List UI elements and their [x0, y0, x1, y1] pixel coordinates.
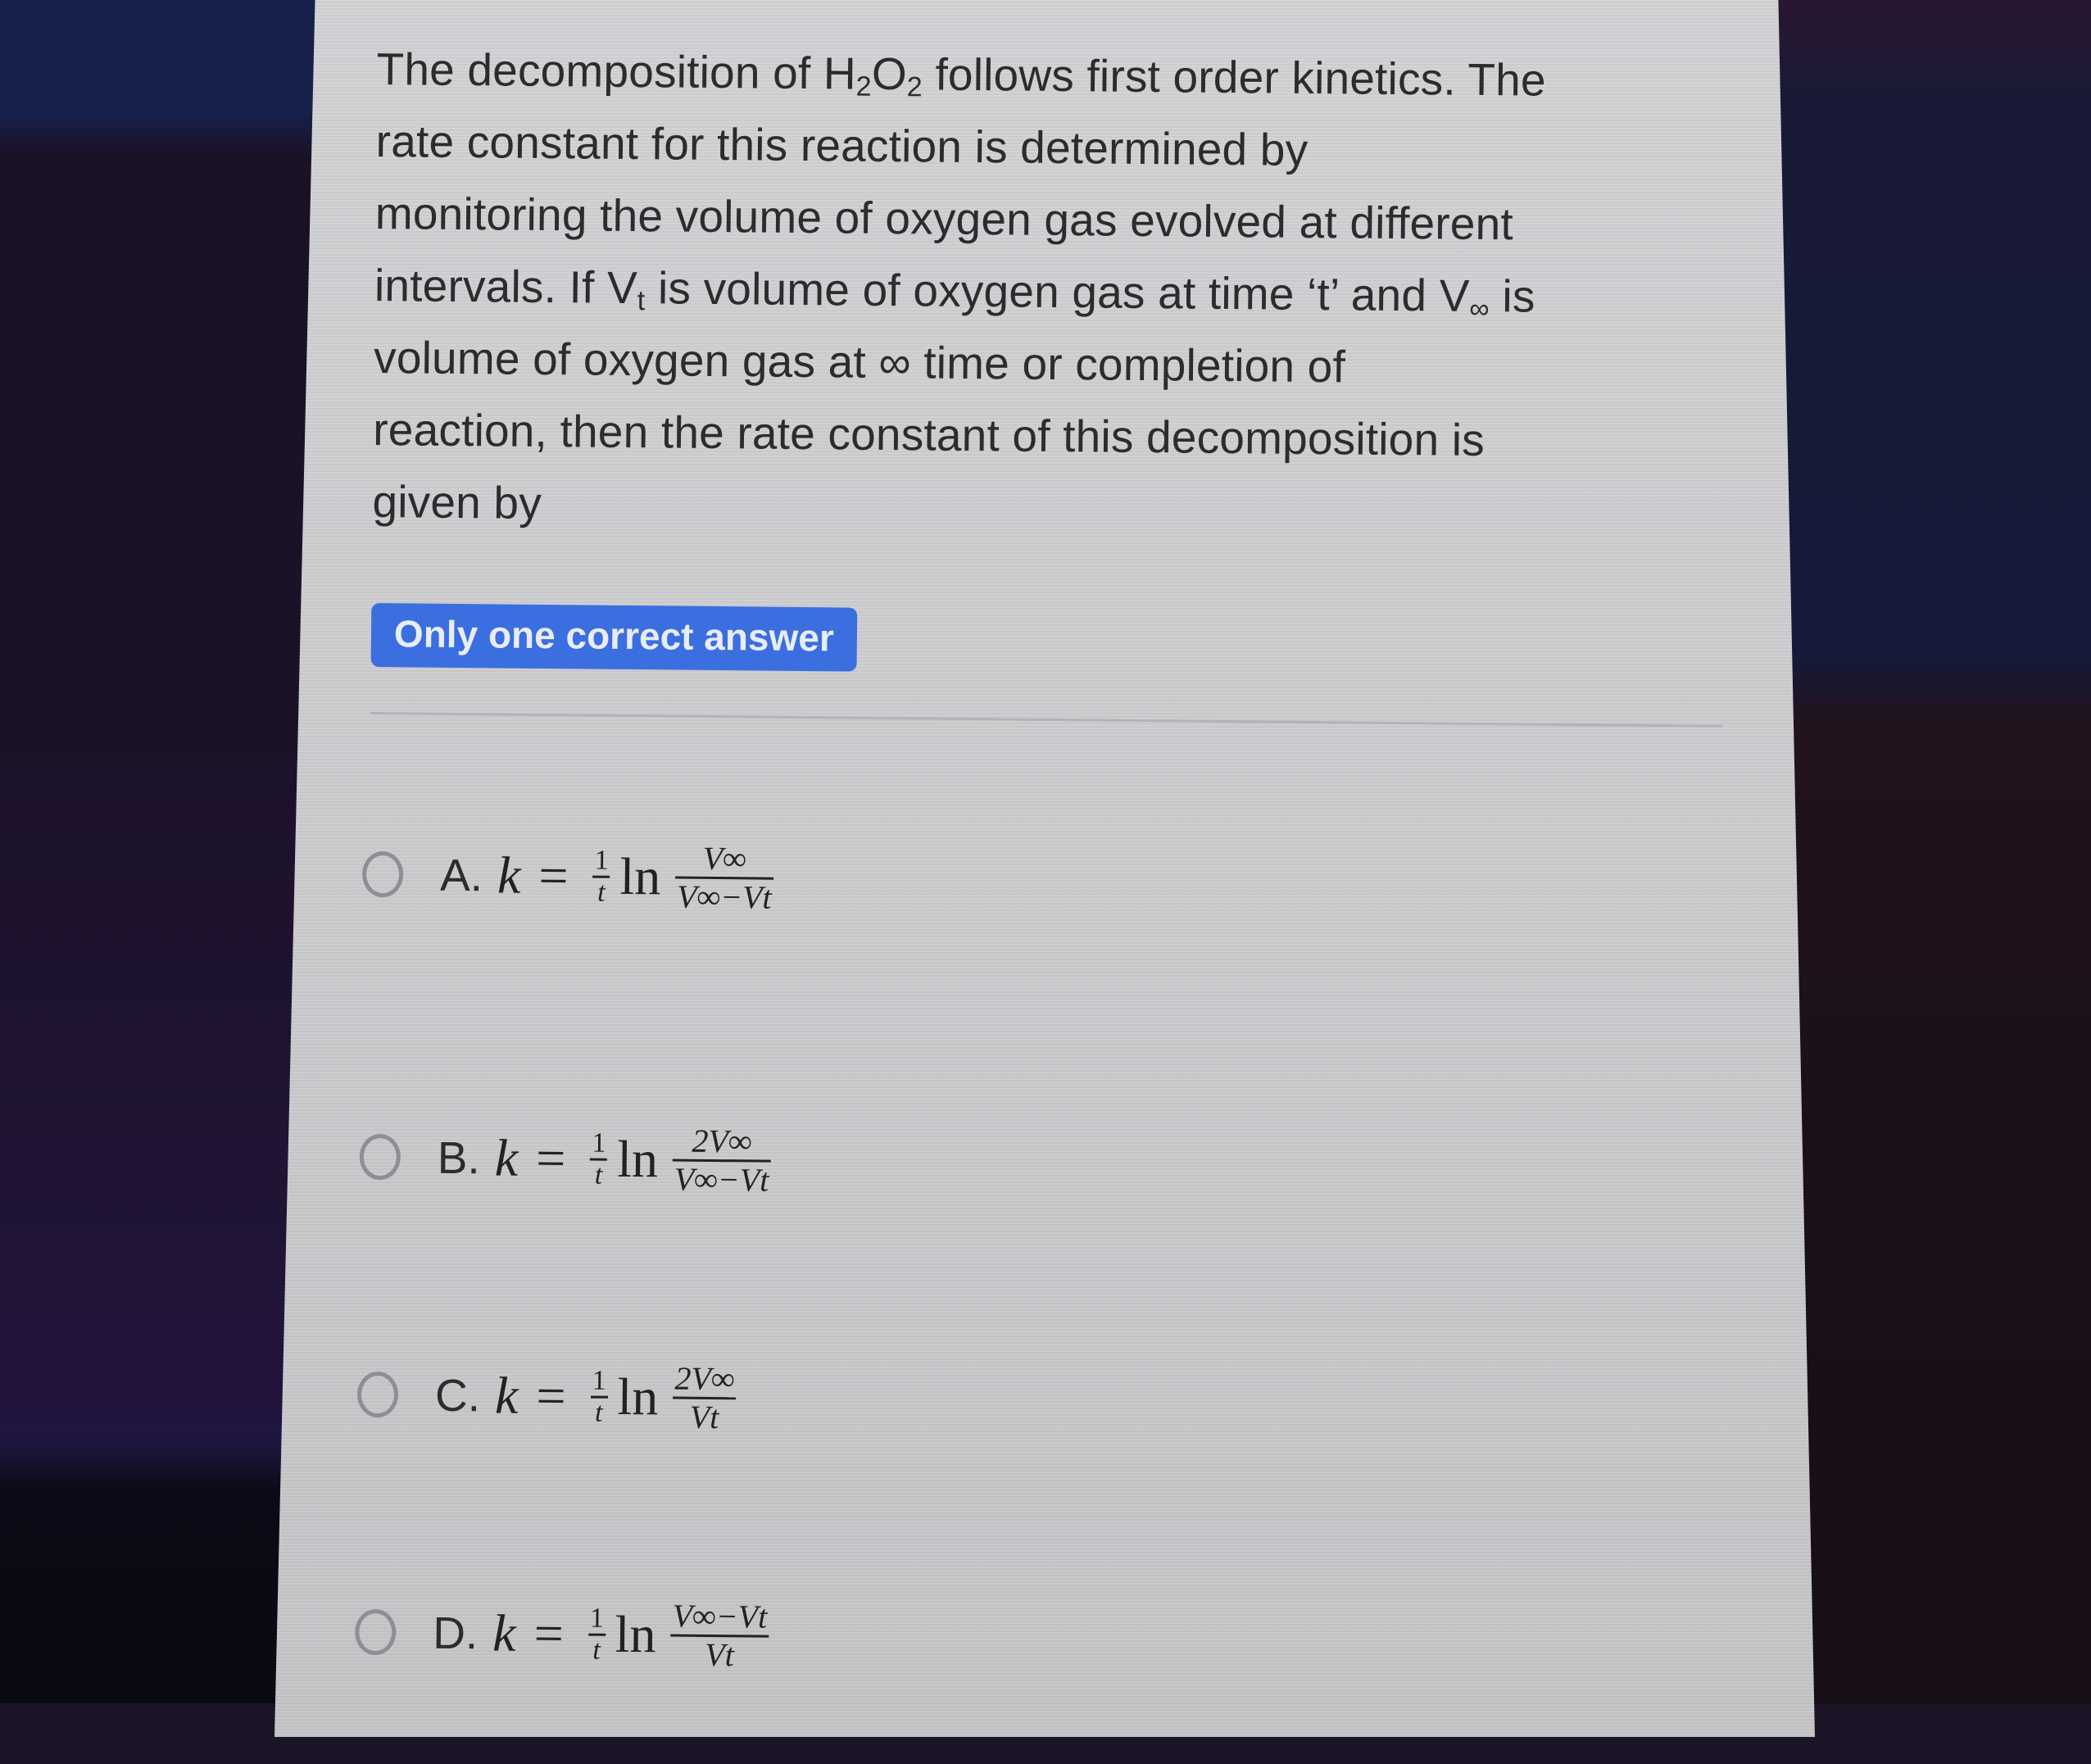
radio-unchecked-icon[interactable] [361, 850, 404, 898]
formula-fraction: V∞−Vt Vt [670, 1597, 769, 1673]
formula-function: ln [617, 1367, 659, 1426]
option-formula: k = 1t ln 2V∞ Vt [495, 1358, 743, 1435]
question-text: The decomposition of H2O2 follows first … [372, 33, 1737, 551]
option-formula: k = 1t ln V∞−Vt Vt [492, 1596, 776, 1673]
formula-lhs: k [492, 1603, 517, 1662]
option-c[interactable]: C. k = 1t ln 2V∞ Vt [356, 1276, 1726, 1526]
question-line-3: monitoring the volume of oxygen gas evol… [374, 187, 1514, 250]
option-letter: C. [434, 1369, 481, 1422]
formula-function: ln [619, 846, 661, 906]
question-content: The decomposition of H2O2 follows first … [354, 33, 1737, 1764]
radio-unchecked-icon[interactable] [359, 1133, 401, 1181]
formula-function: ln [616, 1129, 659, 1189]
formula-lhs: k [494, 1366, 519, 1425]
formula-fraction: 2V∞ V∞−Vt [673, 1122, 771, 1198]
question-line-5: volume of oxygen gas at ∞ time or comple… [373, 331, 1346, 392]
answer-type-badge: Only one correct answer [370, 602, 858, 672]
formula-coefficient: 1t [592, 845, 610, 907]
option-letter: B. [437, 1131, 481, 1184]
option-formula: k = 1t ln 2V∞ V∞−Vt [494, 1121, 778, 1198]
option-a[interactable]: A. k = 1t ln V∞ V∞−Vt [361, 800, 1730, 961]
formula-equals: = [538, 846, 569, 905]
question-line-7: given by [372, 475, 542, 528]
radio-unchecked-icon[interactable] [356, 1371, 399, 1418]
formula-fraction: 2V∞ Vt [673, 1359, 737, 1435]
formula-lhs: k [494, 1128, 519, 1187]
question-line-4: intervals. If Vt is volume of oxygen gas… [374, 259, 1535, 325]
divider [370, 711, 1722, 728]
option-formula: k = 1t ln V∞ V∞−Vt [497, 838, 781, 915]
option-d[interactable]: D. k = 1t ln V∞−Vt Vt [354, 1513, 1723, 1764]
question-line-6: reaction, then the rate constant of this… [373, 403, 1485, 465]
option-letter: D. [432, 1607, 479, 1659]
options-list: A. k = 1t ln V∞ V∞−Vt B. k = 1t ln 2V∞ V∞−… [354, 800, 1730, 1764]
formula-equals: = [536, 1366, 566, 1426]
formula-function: ln [615, 1604, 656, 1664]
formula-lhs: k [497, 846, 521, 905]
option-b[interactable]: B. k = 1t ln 2V∞ V∞−Vt [358, 1038, 1727, 1289]
formula-equals: = [533, 1603, 565, 1663]
formula-equals: = [535, 1128, 566, 1188]
question-line-2: rate constant for this reaction is deter… [375, 115, 1309, 175]
formula-fraction: V∞ V∞−Vt [675, 839, 773, 915]
formula-coefficient: 1t [590, 1127, 608, 1190]
question-line-1: The decomposition of H2O2 follows first … [376, 43, 1547, 106]
option-letter: A. [439, 849, 483, 901]
formula-coefficient: 1t [587, 1603, 606, 1665]
formula-coefficient: 1t [590, 1365, 608, 1427]
radio-unchecked-icon[interactable] [354, 1608, 397, 1656]
